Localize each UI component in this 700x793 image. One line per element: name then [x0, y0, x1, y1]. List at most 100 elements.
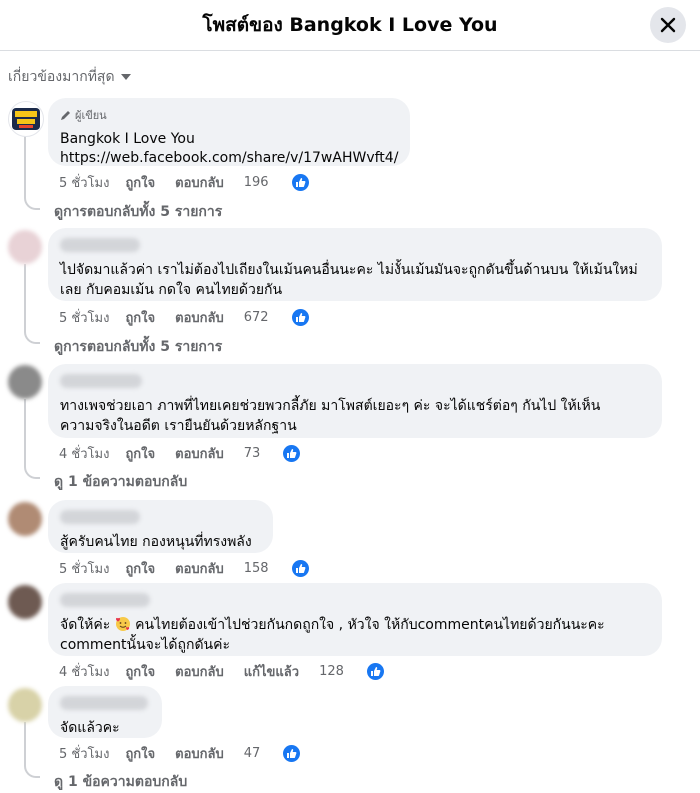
reply-button[interactable]: ตอบกลับ [175, 743, 224, 764]
like-reaction-icon [291, 309, 309, 326]
view-replies-link[interactable]: ดู 1 ข้อความตอบกลับ [54, 471, 187, 493]
reply-button[interactable]: ตอบกลับ [175, 558, 224, 579]
thread-connector [24, 762, 40, 778]
thread-connector [24, 463, 40, 479]
like-button[interactable]: ถูกใจ [125, 443, 155, 464]
blurred-author-name[interactable] [60, 696, 148, 710]
thread-connector [24, 194, 40, 210]
blurred-author-name[interactable] [60, 374, 142, 388]
reaction-count[interactable]: 73 [244, 445, 321, 462]
avatar[interactable] [8, 230, 42, 264]
blurred-author-name[interactable] [60, 510, 140, 524]
comment-time[interactable]: 4 ชั่วโมง [59, 661, 109, 682]
comment-meta: 4 ชั่วโมง ถูกใจ ตอบกลับ 73 [59, 443, 320, 464]
comment-bubble: ไปจัดมาแล้วค่า เราไม่ต้องไปเถียงในเม้นคน… [48, 228, 662, 301]
reaction-number: 672 [243, 310, 269, 325]
view-replies-link[interactable]: ดู 1 ข้อความตอบกลับ [54, 771, 187, 793]
comment-bubble: ทางเพจช่วยเอา ภาพที่ไทยเคยช่วยพวกลี้ภัย … [48, 364, 662, 438]
view-replies-link[interactable]: ดูการตอบกลับทั้ง 5 รายการ [54, 201, 222, 223]
reaction-number: 128 [319, 664, 344, 679]
reaction-count[interactable]: 47 [244, 745, 321, 762]
comment-line: ไปจัดมาแล้วค่า เราไม่ต้องไปเถียงในเม้นคน… [60, 262, 638, 278]
reply-button[interactable]: ตอบกลับ [175, 443, 224, 464]
like-reaction-icon [291, 560, 309, 577]
comment-time[interactable]: 5 ชั่วโมง [59, 558, 109, 579]
comment-text: ไปจัดมาแล้วค่า เราไม่ต้องไปเถียงในเม้นคน… [60, 260, 650, 300]
comment-text: จัดแล้วคะ [60, 720, 120, 736]
dialog-header: โพสต์ของ Bangkok I Love You [0, 0, 700, 51]
shared-link[interactable]: https://web.facebook.com/share/v/17wAHWv… [60, 150, 398, 166]
reaction-count[interactable]: 128 [319, 663, 404, 680]
comment-meta: 5 ชั่วโมง ถูกใจ ตอบกลับ 672 [59, 307, 329, 328]
comment-line: commentนั้นจะได้ถูกดันค่ะ [60, 637, 231, 653]
edited-label: แก้ไขแล้ว [243, 665, 300, 680]
smiling-face-with-hearts-icon [115, 617, 130, 631]
author-badge: ผู้เขียน [60, 106, 398, 124]
comment-author-name[interactable]: Bangkok I Love You [60, 130, 398, 149]
reaction-count[interactable]: 158 [244, 560, 329, 577]
comment-bubble: จัดให้ค่ะ คนไทยต้องเข้าไปช่วยกันกดถูกใจ … [48, 583, 662, 656]
comment-bubble: ผู้เขียน Bangkok I Love You https://web.… [48, 98, 410, 166]
like-reaction-icon [366, 663, 384, 680]
comment-text: ทางเพจช่วยเอา ภาพที่ไทยเคยช่วยพวกลี้ภัย … [60, 396, 650, 436]
comment-line: จัดให้ค่ะ คนไทยต้องเข้าไปช่วยกันกดถูกใจ … [60, 615, 650, 635]
like-reaction-icon [291, 174, 309, 191]
dialog-title: โพสต์ของ Bangkok I Love You [202, 14, 498, 36]
reply-button[interactable]: ตอบกลับ [175, 661, 224, 682]
like-button[interactable]: ถูกใจ [125, 558, 155, 579]
view-replies-link[interactable]: ดูการตอบกลับทั้ง 5 รายการ [54, 336, 222, 358]
page-avatar[interactable] [8, 101, 44, 137]
comment-text: จัดให้ค่ะ คนไทยต้องเข้าไปช่วยกันกดถูกใจ … [60, 615, 650, 655]
reaction-count[interactable]: 196 [244, 174, 329, 191]
comment-meta: 4 ชั่วโมง ถูกใจ ตอบกลับ แก้ไขแล้ว 128 [59, 661, 404, 682]
close-icon [660, 17, 676, 33]
comment-line: ทางเพจช่วยเอา ภาพที่ไทยเคยช่วยพวกลี้ภัย … [60, 398, 601, 414]
comment-text: Bangkok I Love You https://web.facebook.… [60, 130, 398, 168]
reaction-number: 47 [243, 746, 261, 761]
comment-text: สู้ครับคนไทย กองหนุนที่ทรงพลัง [60, 534, 252, 550]
thread-line [24, 264, 26, 332]
thread-connector [24, 328, 40, 344]
comment-time[interactable]: 4 ชั่วโมง [59, 443, 109, 464]
thread-line [24, 399, 26, 467]
like-reaction-icon [283, 445, 301, 462]
avatar[interactable] [8, 365, 42, 399]
comment-time[interactable]: 5 ชั่วโมง [59, 743, 109, 764]
like-button[interactable]: ถูกใจ [125, 661, 155, 682]
comment-line: ความจริงในอดีต เรายืนยันด้วยหลักฐาน [60, 418, 297, 434]
reaction-number: 73 [243, 446, 261, 461]
comment-line: เลย กับคอมเม้น กดใจ คนไทยด้วยกัน [60, 282, 283, 298]
avatar[interactable] [8, 502, 42, 536]
thread-line [24, 722, 26, 766]
comment-time[interactable]: 5 ชั่วโมง [59, 172, 109, 193]
comment-fragment: คนไทยต้องเข้าไปช่วยกันกดถูกใจ , หัวใจ ให… [135, 617, 605, 633]
comment-bubble: สู้ครับคนไทย กองหนุนที่ทรงพลัง [48, 500, 273, 553]
sort-label: เกี่ยวข้องมากที่สุด [8, 69, 115, 85]
author-badge-label: ผู้เขียน [75, 109, 107, 122]
reply-button[interactable]: ตอบกลับ [175, 307, 224, 328]
comment-bubble: จัดแล้วคะ [48, 686, 162, 738]
sort-dropdown[interactable]: เกี่ยวข้องมากที่สุด [8, 66, 131, 88]
like-reaction-icon [283, 745, 301, 762]
blurred-author-name[interactable] [60, 238, 140, 252]
close-button[interactable] [650, 7, 686, 43]
avatar[interactable] [8, 585, 42, 619]
comment-fragment: จัดให้ค่ะ [60, 617, 111, 633]
thread-line [24, 136, 26, 198]
bangkok-logo-icon [12, 108, 40, 130]
caret-down-icon [120, 74, 131, 80]
avatar[interactable] [8, 688, 42, 722]
comment-meta: 5 ชั่วโมง ถูกใจ ตอบกลับ 158 [59, 558, 329, 579]
reaction-count[interactable]: 672 [244, 309, 329, 326]
blurred-author-name[interactable] [60, 593, 150, 607]
reaction-number: 196 [243, 175, 269, 190]
reaction-number: 158 [243, 561, 269, 576]
pencil-icon [61, 110, 70, 120]
reply-button[interactable]: ตอบกลับ [175, 172, 224, 193]
like-button[interactable]: ถูกใจ [125, 307, 155, 328]
comment-meta: 5 ชั่วโมง ถูกใจ ตอบกลับ 196 [59, 172, 329, 193]
like-button[interactable]: ถูกใจ [125, 172, 155, 193]
like-button[interactable]: ถูกใจ [125, 743, 155, 764]
comment-meta: 5 ชั่วโมง ถูกใจ ตอบกลับ 47 [59, 743, 320, 764]
comment-time[interactable]: 5 ชั่วโมง [59, 307, 109, 328]
